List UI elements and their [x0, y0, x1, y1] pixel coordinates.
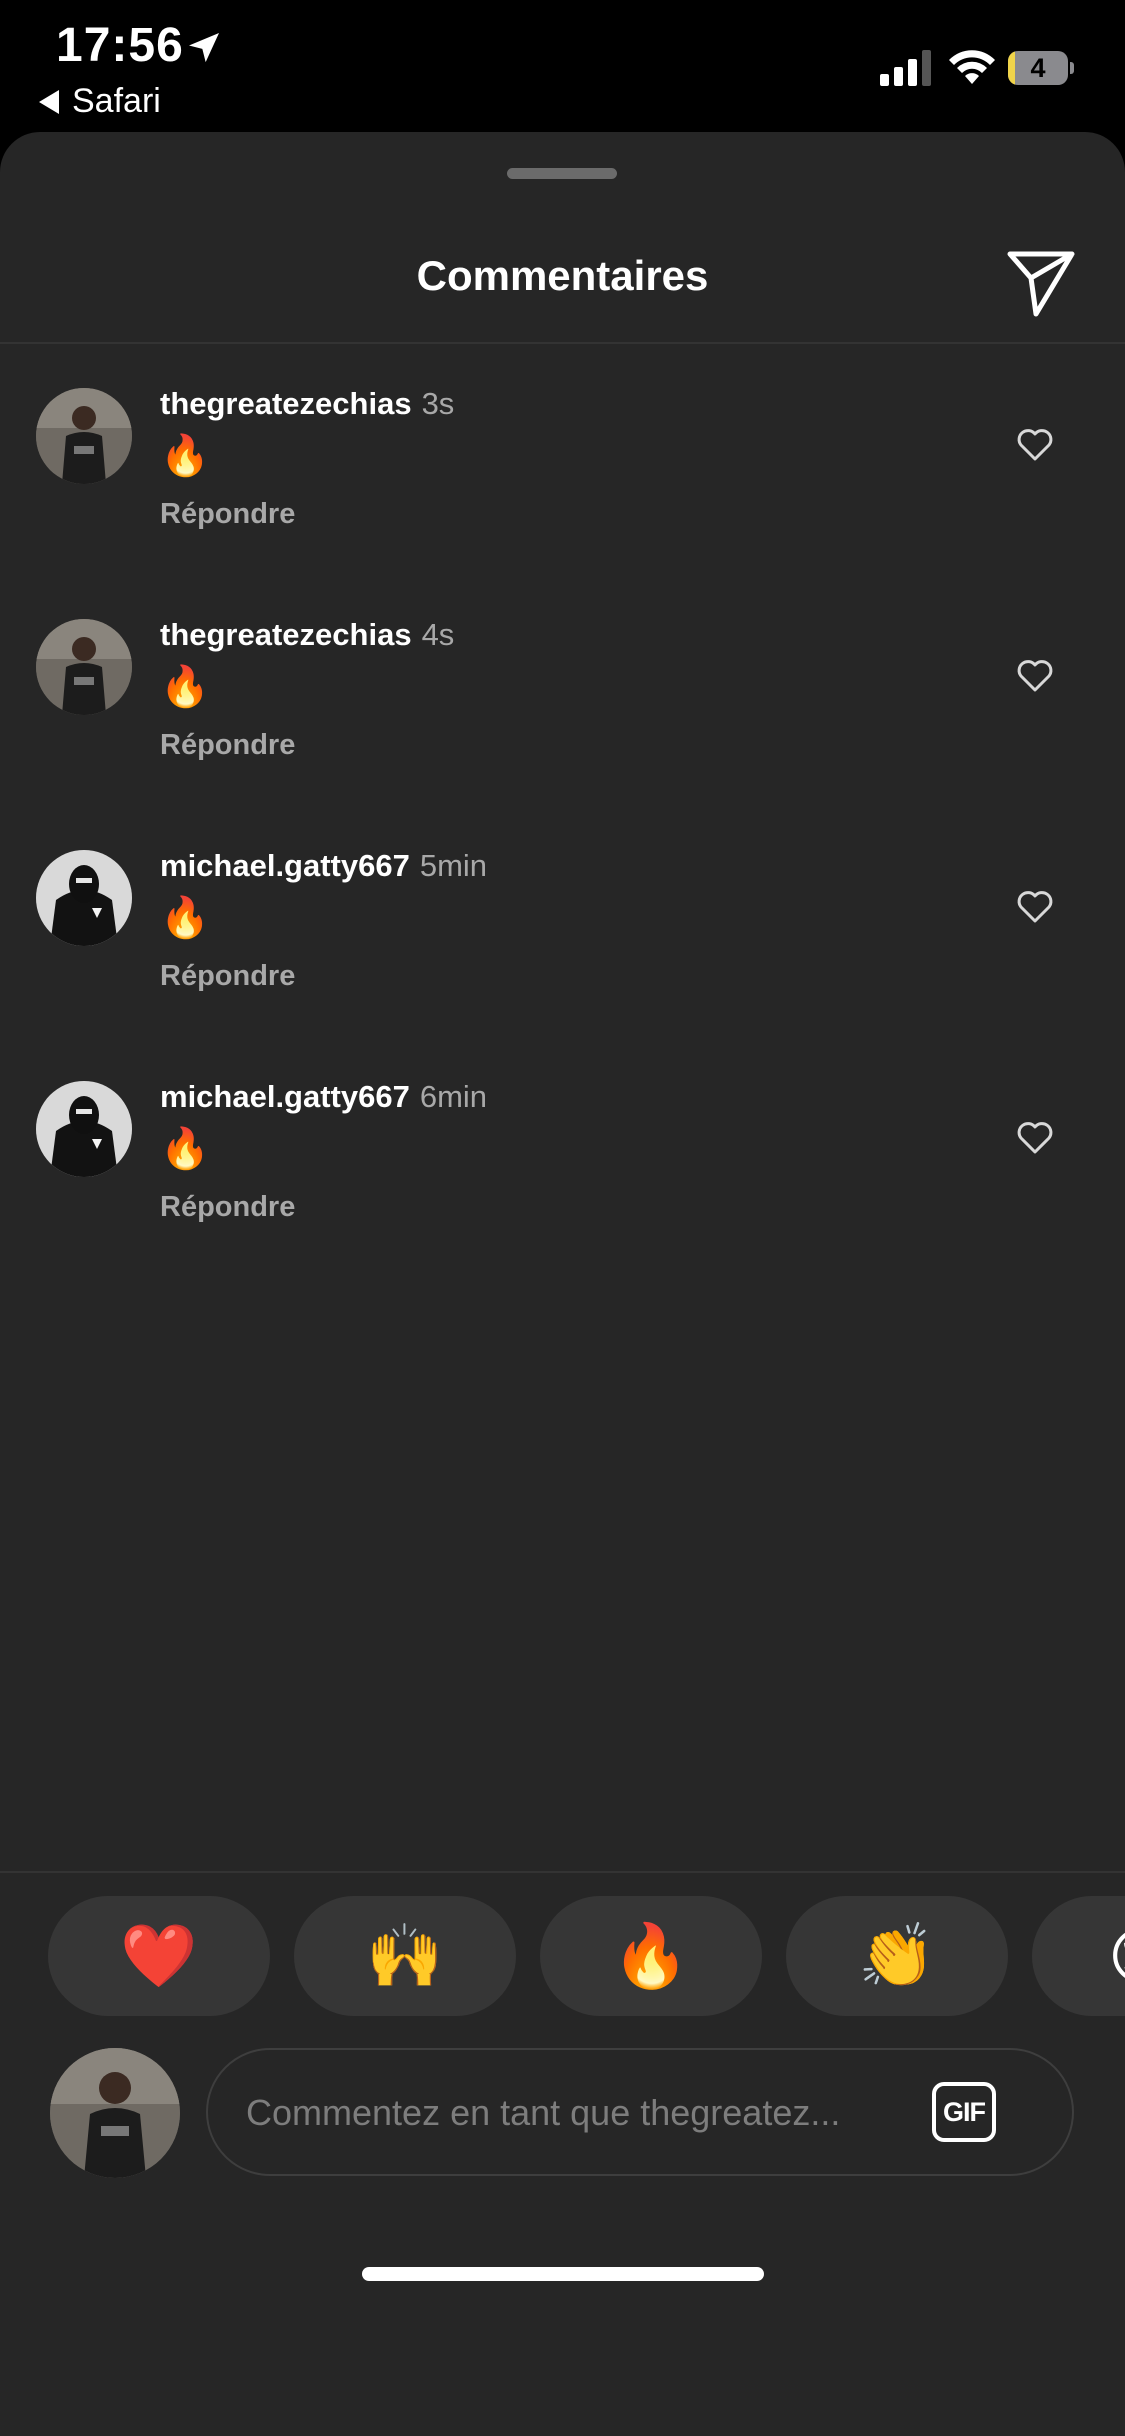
back-triangle-icon	[39, 89, 59, 114]
quick-reactions-bar: ❤️ 🙌 🔥 👏 😢	[0, 1896, 1125, 2020]
heart-icon[interactable]	[1016, 426, 1054, 462]
reaction-raised-hands-button[interactable]: 🙌	[294, 1896, 516, 2016]
comment-time: 4s	[421, 617, 455, 652]
comment-time: 3s	[421, 386, 455, 421]
comment-header: michael.gatty667 5min	[160, 848, 487, 884]
heart-icon[interactable]	[1016, 1119, 1054, 1155]
comment-text: 🔥	[160, 1127, 210, 1171]
comment-item: michael.gatty667 6min 🔥 Répondre	[0, 1079, 1125, 1281]
gif-button[interactable]: GIF	[932, 2082, 996, 2142]
comment-header: michael.gatty667 6min	[160, 1079, 487, 1115]
reply-button[interactable]: Répondre	[160, 729, 295, 762]
comment-text: 🔥	[160, 665, 210, 709]
composer-divider	[0, 1871, 1125, 1873]
home-indicator[interactable]	[362, 2267, 764, 2281]
comment-text: 🔥	[160, 434, 210, 478]
heart-icon[interactable]	[1016, 657, 1054, 693]
comment-username[interactable]: michael.gatty667	[160, 1079, 410, 1114]
comment-composer: GIF	[206, 2048, 1074, 2176]
comment-item: thegreatezechias 3s 🔥 Répondre	[0, 386, 1125, 588]
comment-text: 🔥	[160, 896, 210, 940]
comment-header: thegreatezechias 3s	[160, 386, 454, 422]
status-time: 17:56	[56, 19, 184, 72]
location-arrow-icon	[189, 33, 219, 63]
paper-plane-icon[interactable]	[1000, 240, 1082, 322]
comment-username[interactable]: thegreatezechias	[160, 617, 412, 652]
reaction-heart-button[interactable]: ❤️	[48, 1896, 270, 2016]
avatar[interactable]	[36, 388, 132, 484]
page-title: Commentaires	[416, 252, 709, 299]
comment-time: 6min	[419, 1079, 488, 1114]
comment-header: thegreatezechias 4s	[160, 617, 454, 653]
avatar[interactable]	[36, 850, 132, 946]
back-to-safari[interactable]: Safari	[38, 82, 161, 121]
avatar[interactable]	[36, 1081, 132, 1177]
heart-icon[interactable]	[1016, 888, 1054, 924]
header-divider	[0, 342, 1125, 344]
reply-button[interactable]: Répondre	[160, 498, 295, 531]
wifi-icon	[949, 50, 995, 84]
battery-level: 4	[1030, 53, 1046, 83]
comment-username[interactable]: thegreatezechias	[160, 386, 412, 421]
avatar[interactable]	[36, 619, 132, 715]
back-app-label: Safari	[72, 82, 161, 120]
signal-bars-icon	[880, 50, 931, 86]
comment-item: michael.gatty667 5min 🔥 Répondre	[0, 848, 1125, 1050]
sheet-grabber[interactable]	[507, 168, 617, 179]
reply-button[interactable]: Répondre	[160, 960, 295, 993]
reaction-clap-button[interactable]: 👏	[786, 1896, 1008, 2016]
reaction-fire-button[interactable]: 🔥	[540, 1896, 762, 2016]
reply-button[interactable]: Répondre	[160, 1191, 295, 1224]
current-user-avatar	[50, 2048, 180, 2178]
comment-input[interactable]	[244, 2080, 908, 2146]
battery-icon: 4	[1008, 51, 1074, 85]
comment-username[interactable]: michael.gatty667	[160, 848, 410, 883]
status-bar: 17:56 Safari 4	[0, 0, 1125, 132]
comment-item: thegreatezechias 4s 🔥 Répondre	[0, 617, 1125, 819]
reaction-crying-button[interactable]: 😢	[1032, 1896, 1125, 2016]
comment-time: 5min	[419, 848, 488, 883]
